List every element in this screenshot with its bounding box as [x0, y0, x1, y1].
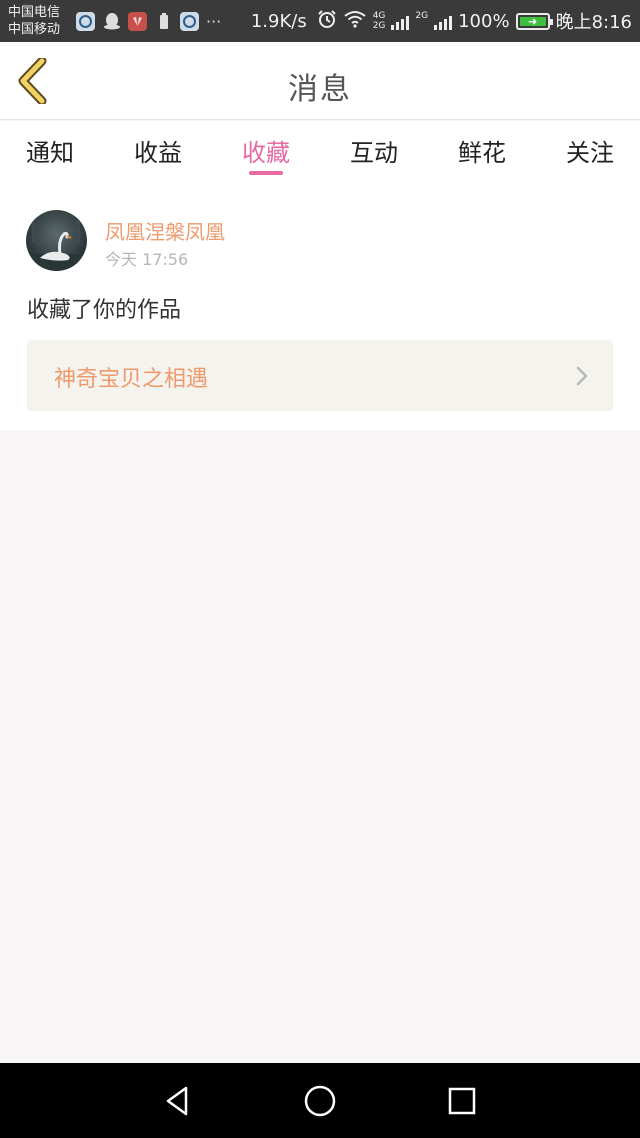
home-circle-icon	[304, 1085, 336, 1117]
chevron-right-icon	[576, 366, 588, 386]
sim2-2g-label: 2G	[415, 11, 429, 21]
tab-label: 关注	[566, 139, 614, 167]
tab-flowers[interactable]: 鲜花	[458, 121, 506, 183]
tab-label: 收益	[134, 139, 182, 167]
app-header: 消息	[0, 42, 640, 120]
battery-saver-icon	[154, 12, 173, 31]
tab-label: 收藏	[242, 139, 290, 167]
sim1-network-type: 4G 2G	[373, 11, 386, 31]
tab-notifications[interactable]: 通知	[26, 121, 74, 183]
message-tabs: 通知 收益 收藏 互动 鲜花 关注	[0, 121, 640, 183]
tab-label: 鲜花	[458, 139, 506, 167]
nav-home-button[interactable]	[302, 1083, 338, 1119]
huawei-icon	[128, 11, 147, 31]
sim1-signal-icon	[391, 12, 410, 30]
status-bar: 中国电信 中国移动 ··· 1.9K/s 4G 2G 2G 100% ➜ 晚上8…	[0, 0, 640, 42]
nav-recents-button[interactable]	[444, 1083, 480, 1119]
battery-percent: 100%	[458, 10, 510, 32]
q-browser-icon	[76, 11, 95, 31]
sim1-2g-label: 2G	[372, 21, 386, 31]
clock: 晚上8:16	[555, 12, 632, 33]
sim1-4g-label: 4G	[372, 11, 386, 21]
qq-icon	[102, 12, 121, 31]
avatar[interactable]	[26, 210, 87, 271]
message-timestamp: 今天 17:56	[105, 250, 189, 269]
network-speed: 1.9K/s	[250, 10, 307, 32]
tab-earnings[interactable]: 收益	[134, 121, 182, 183]
recents-square-icon	[448, 1087, 476, 1115]
favorited-work-card[interactable]: 神奇宝贝之相遇	[27, 340, 613, 411]
back-triangle-icon	[166, 1086, 188, 1116]
nav-back-button[interactable]	[160, 1083, 196, 1119]
tab-interactions[interactable]: 互动	[350, 121, 398, 183]
active-tab-indicator	[249, 171, 283, 175]
page-title: 消息	[288, 72, 352, 107]
tab-label: 通知	[26, 139, 74, 167]
system-navigation-bar	[0, 1063, 640, 1138]
carrier-2: 中国移动	[8, 22, 61, 37]
carrier-info: 中国电信 中国移动	[8, 4, 68, 38]
sim2-network-type: 2G	[415, 11, 428, 31]
alarm-icon	[317, 9, 337, 34]
message-action-text: 收藏了你的作品	[27, 298, 182, 323]
q-browser-icon-2	[180, 11, 199, 31]
wifi-icon	[343, 10, 367, 33]
carrier-1: 中国电信	[8, 5, 61, 20]
favorite-message-item: 凤凰涅槃凤凰 今天 17:56 收藏了你的作品 神奇宝贝之相遇	[0, 183, 640, 430]
tab-follows[interactable]: 关注	[566, 121, 614, 183]
sender-username[interactable]: 凤凰涅槃凤凰	[105, 216, 225, 245]
sim2-signal-icon	[434, 12, 453, 30]
more-notifications-icon: ···	[206, 11, 222, 31]
work-title: 神奇宝贝之相遇	[54, 367, 209, 392]
status-indicators: 1.9K/s 4G 2G 2G 100% ➜ 晚上8:16	[251, 8, 632, 34]
swan-avatar-image	[26, 210, 87, 271]
battery-charging-icon: ➜	[515, 12, 553, 30]
tab-favorites[interactable]: 收藏	[242, 121, 290, 183]
notification-icons: ···	[76, 11, 222, 31]
tab-label: 互动	[350, 139, 398, 167]
